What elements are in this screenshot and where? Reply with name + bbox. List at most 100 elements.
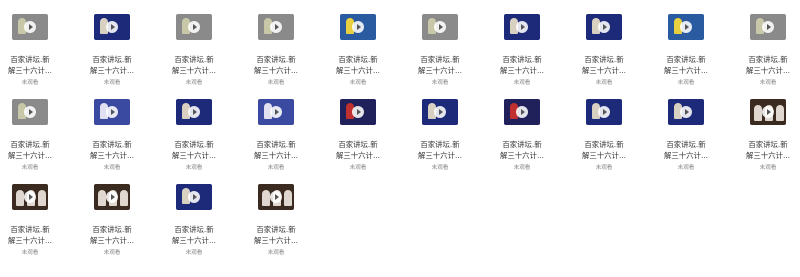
video-thumbnail[interactable]: [668, 14, 704, 40]
video-title-line2[interactable]: 解三十六计...: [76, 235, 148, 246]
video-thumbnail[interactable]: [258, 99, 294, 125]
play-icon[interactable]: [188, 106, 200, 118]
video-title-line1[interactable]: 百家讲坛.新: [158, 224, 230, 235]
video-title-line1[interactable]: 百家讲坛.新: [404, 139, 476, 150]
video-item[interactable]: 百家讲坛.新 解三十六计... 未观看: [246, 170, 328, 256]
video-item[interactable]: 百家讲坛.新 解三十六计... 未观看: [0, 170, 82, 256]
play-icon[interactable]: [680, 21, 692, 33]
play-icon[interactable]: [106, 21, 118, 33]
video-item[interactable]: 百家讲坛.新 解三十六计... 未观看: [0, 0, 82, 86]
video-item[interactable]: 百家讲坛.新 解三十六计... 未观看: [82, 0, 164, 86]
video-thumbnail[interactable]: [258, 184, 294, 210]
video-item[interactable]: 百家讲坛.新 解三十六计... 未观看: [492, 85, 574, 171]
play-icon[interactable]: [762, 106, 774, 118]
video-item[interactable]: 百家讲坛.新 解三十六计... 未观看: [574, 0, 656, 86]
video-title-line1[interactable]: 百家讲坛.新: [240, 54, 312, 65]
video-thumbnail[interactable]: [176, 184, 212, 210]
video-title-line2[interactable]: 解三十六计...: [0, 150, 66, 161]
video-title-line1[interactable]: 百家讲坛.新: [0, 139, 66, 150]
video-title-line2[interactable]: 解三十六计...: [486, 65, 558, 76]
video-title-line1[interactable]: 百家讲坛.新: [322, 139, 394, 150]
video-title-line1[interactable]: 百家讲坛.新: [0, 224, 66, 235]
video-title-line2[interactable]: 解三十六计...: [158, 150, 230, 161]
video-item[interactable]: 百家讲坛.新 解三十六计... 未观看: [738, 85, 800, 171]
video-item[interactable]: 百家讲坛.新 解三十六计... 未观看: [328, 0, 410, 86]
video-thumbnail[interactable]: [586, 99, 622, 125]
video-title-line2[interactable]: 解三十六计...: [158, 235, 230, 246]
video-title-line1[interactable]: 百家讲坛.新: [158, 139, 230, 150]
video-title-line1[interactable]: 百家讲坛.新: [650, 54, 722, 65]
video-item[interactable]: 百家讲坛.新 解三十六计... 未观看: [738, 0, 800, 86]
play-icon[interactable]: [516, 21, 528, 33]
video-title-line2[interactable]: 解三十六计...: [650, 150, 722, 161]
video-title-line1[interactable]: 百家讲坛.新: [568, 54, 640, 65]
video-title-line1[interactable]: 百家讲坛.新: [240, 139, 312, 150]
video-title-line2[interactable]: 解三十六计...: [240, 235, 312, 246]
play-icon[interactable]: [24, 106, 36, 118]
video-title-line1[interactable]: 百家讲坛.新: [732, 139, 800, 150]
video-title-line1[interactable]: 百家讲坛.新: [404, 54, 476, 65]
video-item[interactable]: 百家讲坛.新 解三十六计... 未观看: [492, 0, 574, 86]
play-icon[interactable]: [188, 21, 200, 33]
video-title-line1[interactable]: 百家讲坛.新: [650, 139, 722, 150]
play-icon[interactable]: [434, 21, 446, 33]
play-icon[interactable]: [598, 106, 610, 118]
video-title-line2[interactable]: 解三十六计...: [732, 150, 800, 161]
video-thumbnail[interactable]: [340, 99, 376, 125]
video-title-line1[interactable]: 百家讲坛.新: [158, 54, 230, 65]
play-icon[interactable]: [24, 191, 36, 203]
video-title-line2[interactable]: 解三十六计...: [568, 65, 640, 76]
play-icon[interactable]: [352, 106, 364, 118]
video-thumbnail[interactable]: [340, 14, 376, 40]
video-item[interactable]: 百家讲坛.新 解三十六计... 未观看: [164, 0, 246, 86]
video-thumbnail[interactable]: [750, 99, 786, 125]
video-item[interactable]: 百家讲坛.新 解三十六计... 未观看: [410, 85, 492, 171]
play-icon[interactable]: [106, 106, 118, 118]
video-title-line2[interactable]: 解三十六计...: [240, 65, 312, 76]
video-thumbnail[interactable]: [176, 99, 212, 125]
video-thumbnail[interactable]: [94, 14, 130, 40]
video-item[interactable]: 百家讲坛.新 解三十六计... 未观看: [164, 170, 246, 256]
video-item[interactable]: 百家讲坛.新 解三十六计... 未观看: [656, 85, 738, 171]
video-title-line1[interactable]: 百家讲坛.新: [240, 224, 312, 235]
video-title-line2[interactable]: 解三十六计...: [486, 150, 558, 161]
video-thumbnail[interactable]: [12, 99, 48, 125]
video-title-line2[interactable]: 解三十六计...: [650, 65, 722, 76]
video-thumbnail[interactable]: [422, 14, 458, 40]
video-item[interactable]: 百家讲坛.新 解三十六计... 未观看: [656, 0, 738, 86]
play-icon[interactable]: [270, 106, 282, 118]
video-title-line1[interactable]: 百家讲坛.新: [568, 139, 640, 150]
play-icon[interactable]: [680, 106, 692, 118]
video-item[interactable]: 百家讲坛.新 解三十六计... 未观看: [410, 0, 492, 86]
video-thumbnail[interactable]: [12, 184, 48, 210]
video-item[interactable]: 百家讲坛.新 解三十六计... 未观看: [246, 0, 328, 86]
video-title-line2[interactable]: 解三十六计...: [76, 150, 148, 161]
play-icon[interactable]: [106, 191, 118, 203]
video-title-line1[interactable]: 百家讲坛.新: [732, 54, 800, 65]
video-title-line2[interactable]: 解三十六计...: [404, 65, 476, 76]
video-item[interactable]: 百家讲坛.新 解三十六计... 未观看: [246, 85, 328, 171]
video-thumbnail[interactable]: [176, 14, 212, 40]
video-title-line2[interactable]: 解三十六计...: [568, 150, 640, 161]
video-title-line2[interactable]: 解三十六计...: [732, 65, 800, 76]
video-item[interactable]: 百家讲坛.新 解三十六计... 未观看: [574, 85, 656, 171]
video-item[interactable]: 百家讲坛.新 解三十六计... 未观看: [164, 85, 246, 171]
video-title-line1[interactable]: 百家讲坛.新: [76, 54, 148, 65]
video-title-line2[interactable]: 解三十六计...: [0, 235, 66, 246]
video-thumbnail[interactable]: [422, 99, 458, 125]
video-thumbnail[interactable]: [12, 14, 48, 40]
video-thumbnail[interactable]: [258, 14, 294, 40]
play-icon[interactable]: [270, 21, 282, 33]
video-title-line1[interactable]: 百家讲坛.新: [76, 139, 148, 150]
video-title-line2[interactable]: 解三十六计...: [404, 150, 476, 161]
video-item[interactable]: 百家讲坛.新 解三十六计... 未观看: [328, 85, 410, 171]
video-title-line1[interactable]: 百家讲坛.新: [486, 139, 558, 150]
video-thumbnail[interactable]: [586, 14, 622, 40]
video-title-line2[interactable]: 解三十六计...: [322, 65, 394, 76]
play-icon[interactable]: [24, 21, 36, 33]
video-item[interactable]: 百家讲坛.新 解三十六计... 未观看: [0, 85, 82, 171]
video-thumbnail[interactable]: [504, 99, 540, 125]
video-thumbnail[interactable]: [94, 184, 130, 210]
video-title-line2[interactable]: 解三十六计...: [0, 65, 66, 76]
video-thumbnail[interactable]: [668, 99, 704, 125]
